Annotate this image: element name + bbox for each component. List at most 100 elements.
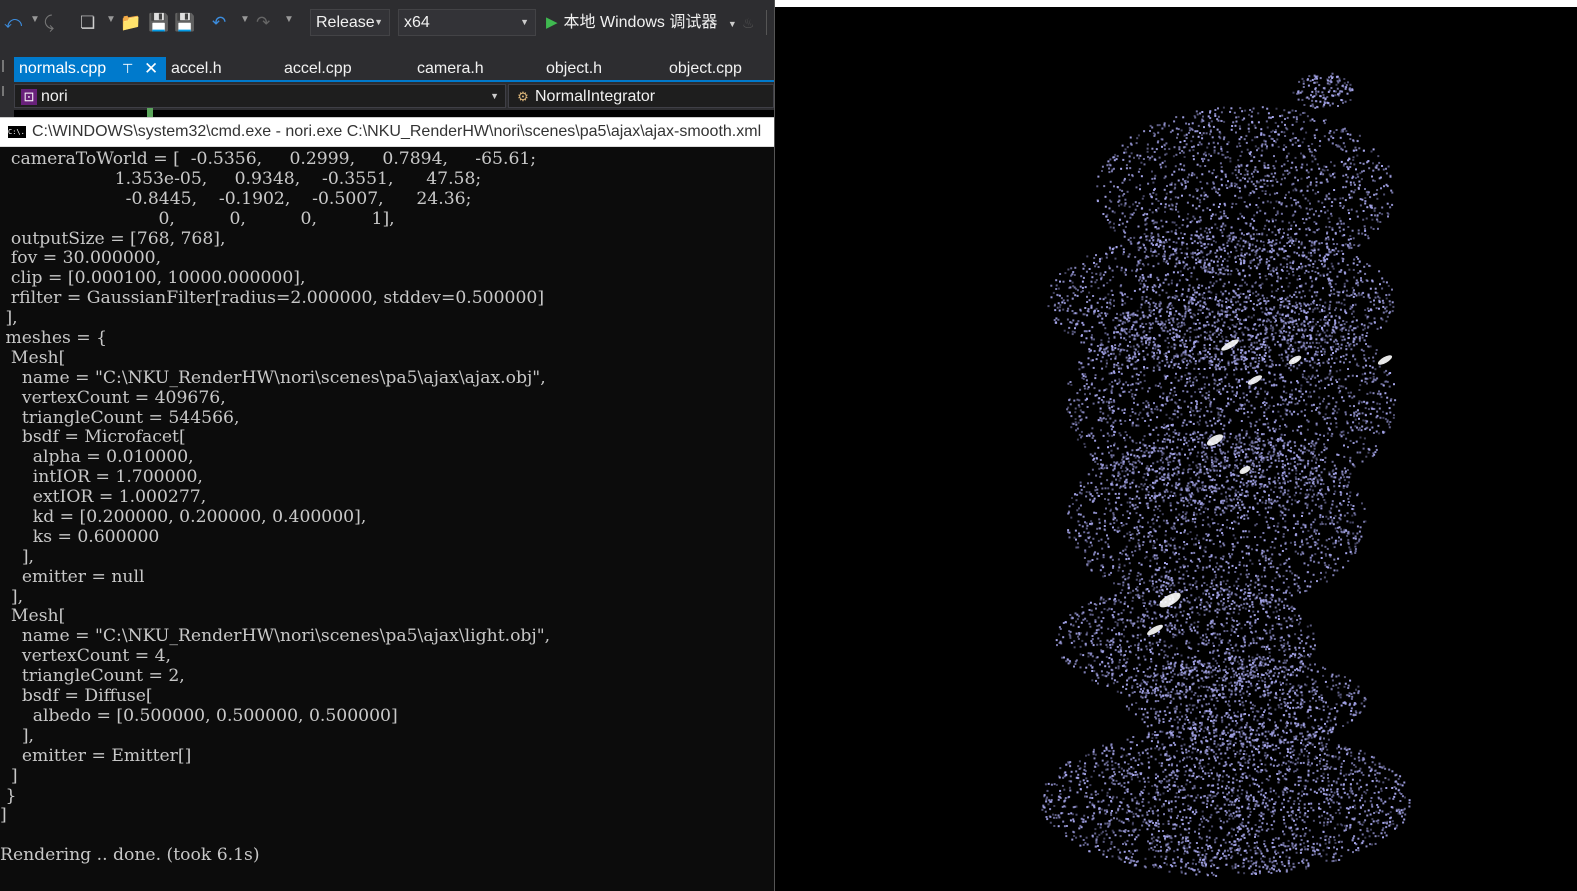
render-point (1265, 219, 1268, 222)
render-point (1199, 237, 1202, 240)
redo-chevron-icon[interactable]: ▼ (284, 14, 294, 25)
render-point (1222, 222, 1225, 225)
undo-chevron-icon[interactable]: ▼ (240, 14, 250, 25)
start-debugging-button[interactable]: ▶ 本地 Windows 调试器 ▼ (546, 9, 737, 36)
render-point (1310, 445, 1313, 448)
render-point (1237, 269, 1239, 272)
render-point (1175, 329, 1178, 332)
render-point (1163, 323, 1166, 326)
render-point (1301, 90, 1304, 93)
render-point (1200, 506, 1203, 509)
console-line: -0.8445, -0.1902, -0.5007, 24.36; (0, 188, 472, 209)
platform-dropdown[interactable]: x64 ▼ (398, 9, 536, 36)
tab-normals-cpp[interactable]: normals.cpp ⊤ ✕ (14, 57, 166, 82)
render-point (1249, 267, 1252, 270)
tab-camera-h[interactable]: camera.h (412, 57, 536, 82)
render-point (1113, 229, 1116, 232)
render-point (1223, 228, 1225, 231)
render-point (1337, 345, 1340, 348)
render-point (1152, 462, 1155, 465)
render-point (1137, 345, 1140, 348)
render-point (1120, 203, 1123, 206)
render-point (1242, 176, 1244, 179)
render-point (1229, 157, 1232, 160)
render-point (1357, 272, 1360, 274)
back-dropdown-chevron-icon[interactable]: ▼ (30, 14, 40, 25)
render-point (1305, 475, 1308, 478)
tab-object-h[interactable]: object.h (541, 57, 659, 82)
render-point (1163, 483, 1166, 486)
render-point (1314, 353, 1317, 355)
render-point (1250, 316, 1253, 319)
render-point (1067, 307, 1070, 310)
project-dropdown[interactable]: ⊡ nori ▼ (14, 84, 506, 108)
render-point (1376, 215, 1379, 218)
render-point (1292, 270, 1294, 273)
pin-icon[interactable]: ⊤ (122, 57, 133, 81)
render-point (1148, 158, 1151, 161)
new-project-chevron-icon[interactable]: ▼ (106, 14, 116, 25)
render-point (1110, 428, 1113, 431)
render-point (1205, 132, 1208, 135)
save-icon[interactable]: 💾 (148, 12, 169, 34)
render-point (1212, 240, 1215, 242)
new-project-icon[interactable]: ❏ (80, 12, 95, 34)
render-point (1268, 346, 1271, 349)
render-point (1145, 299, 1148, 302)
console-output[interactable]: cameraToWorld = [ -0.5356, 0.2999, 0.789… (0, 147, 774, 891)
tab-object-cpp[interactable]: object.cpp (664, 57, 774, 82)
render-point (1260, 128, 1263, 131)
render-point (1203, 465, 1206, 468)
back-arrow-icon[interactable]: ⤺ (4, 12, 22, 34)
render-point (1304, 282, 1307, 285)
render-point (1251, 243, 1254, 246)
hot-reload-icon[interactable]: ♨ (742, 12, 755, 34)
render-point (1166, 273, 1169, 276)
render-point (1314, 376, 1317, 379)
console-line: ], (0, 546, 35, 567)
render-point (1219, 360, 1221, 363)
render-point (1311, 467, 1313, 470)
render-point (1309, 321, 1312, 323)
render-point (1311, 280, 1313, 283)
tab-accel-cpp[interactable]: accel.cpp (279, 57, 405, 82)
render-point (1128, 155, 1131, 158)
open-folder-icon[interactable]: 📁 (120, 12, 141, 34)
close-icon[interactable]: ✕ (144, 57, 158, 81)
render-point (1294, 444, 1297, 447)
configuration-dropdown[interactable]: Release ▼ (310, 9, 390, 36)
tab-accel-h[interactable]: accel.h (166, 57, 276, 82)
save-all-icon[interactable]: 💾 (174, 12, 195, 34)
scope-dropdown[interactable]: ⚙ NormalIntegrator (508, 84, 774, 108)
render-point (1204, 303, 1207, 306)
console-title-bar[interactable]: C:\. C:\WINDOWS\system32\cmd.exe - nori.… (0, 117, 774, 147)
render-point (1308, 148, 1311, 151)
render-point (1115, 331, 1118, 334)
render-point (1257, 293, 1260, 296)
render-point (1381, 277, 1384, 280)
render-point (1275, 242, 1278, 245)
render-point (1178, 279, 1181, 282)
render-point (1111, 381, 1114, 383)
render-point (1165, 231, 1168, 234)
render-point (1256, 170, 1259, 173)
forward-arrow-icon[interactable]: ⤹ (44, 12, 54, 34)
render-point (1313, 155, 1316, 158)
undo-icon[interactable]: ↶ (212, 12, 226, 34)
render-point (1314, 81, 1317, 84)
render-point (1245, 205, 1248, 208)
render-point (1160, 320, 1163, 323)
render-point (1129, 419, 1131, 421)
render-point (1139, 184, 1142, 187)
render-point (1224, 385, 1227, 388)
render-point (1349, 414, 1352, 416)
render-point (1191, 302, 1194, 305)
render-point (1341, 99, 1344, 102)
render-point (1324, 118, 1327, 121)
render-point (1112, 370, 1115, 373)
render-point (1157, 233, 1160, 236)
render-point (1353, 405, 1355, 408)
redo-icon[interactable]: ↷ (256, 12, 270, 34)
render-point (1153, 343, 1156, 346)
render-point (1074, 294, 1077, 297)
